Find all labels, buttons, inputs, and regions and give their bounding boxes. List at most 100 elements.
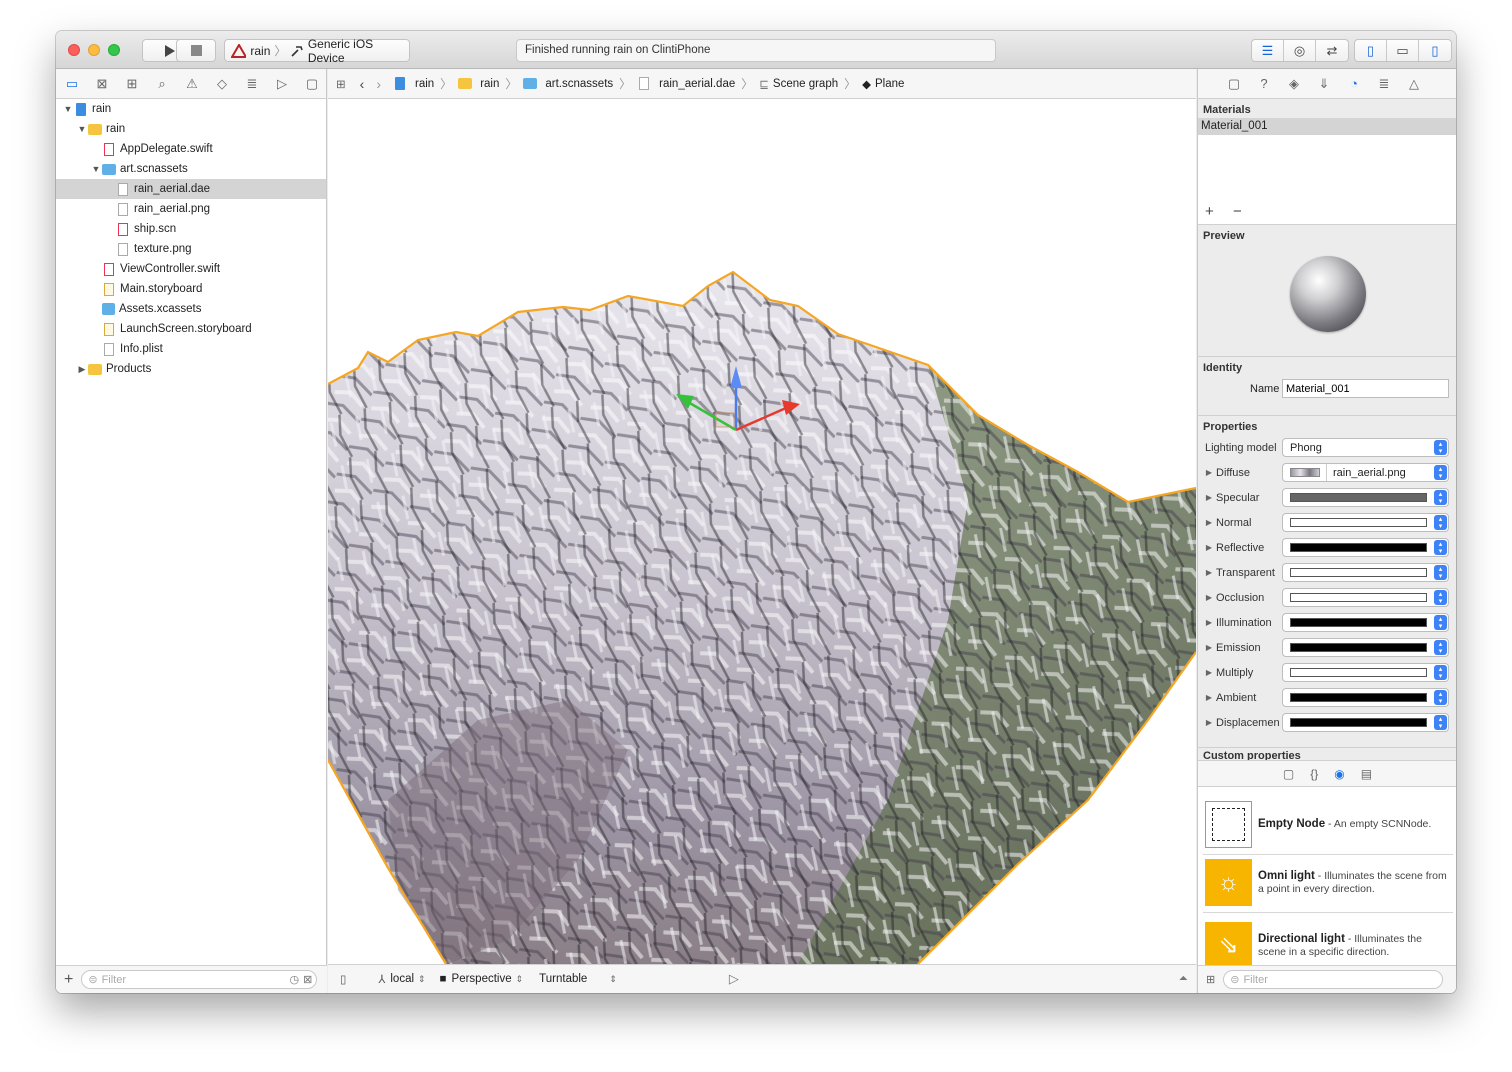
material-preview-sphere[interactable] bbox=[1290, 256, 1366, 332]
assistant-editor-icon[interactable]: ◎ bbox=[1284, 40, 1316, 61]
warning-icon[interactable]: ⚠ bbox=[182, 76, 202, 92]
property-value-popup[interactable]: ▴ ▾ bbox=[1282, 488, 1449, 507]
disclosure-closed-icon[interactable]: ▶ bbox=[1202, 518, 1216, 527]
crumb-file[interactable]: rain_aerial.dae bbox=[637, 77, 735, 90]
close-window-button[interactable] bbox=[68, 44, 80, 56]
scene-viewport[interactable] bbox=[328, 100, 1196, 964]
node-inspector-icon[interactable]: ◈ bbox=[1284, 76, 1304, 92]
source-control-icon[interactable]: ⊠ bbox=[92, 76, 112, 92]
property-value-popup[interactable]: ▴ ▾ bbox=[1282, 613, 1449, 632]
report-icon[interactable]: ▢ bbox=[302, 76, 322, 92]
property-value-popup[interactable]: ▴ ▾ bbox=[1282, 588, 1449, 607]
property-value-popup[interactable]: ▴ ▾ bbox=[1282, 713, 1449, 732]
file-tree-row[interactable]: LaunchScreen.storyboard bbox=[56, 319, 326, 339]
disclosure-closed-icon[interactable]: ▶ bbox=[1202, 568, 1216, 577]
camera-popup[interactable]: Perspective bbox=[452, 973, 512, 985]
breakpoint-icon[interactable]: ▷ bbox=[272, 76, 292, 92]
help-inspector-icon[interactable]: ? bbox=[1254, 76, 1274, 91]
property-value-popup[interactable]: ▴ ▾ bbox=[1282, 538, 1449, 557]
zoom-window-button[interactable] bbox=[108, 44, 120, 56]
disclosure-closed-icon[interactable]: ▶ bbox=[1202, 493, 1216, 502]
file-tree-row[interactable]: rain_aerial.png bbox=[56, 199, 326, 219]
crumb-scnassets[interactable]: art.scnassets bbox=[523, 78, 613, 90]
library-item[interactable]: ☼ Omni light - Illuminates the scene from… bbox=[1203, 853, 1453, 913]
file-tree-row[interactable]: ▼ rain bbox=[56, 119, 326, 139]
panel-toggle-control[interactable]: ▯ ▭ ▯ bbox=[1354, 39, 1452, 62]
object-library-icon[interactable]: ◉ bbox=[1334, 767, 1344, 781]
library-item[interactable]: Empty Node - An empty SCNNode. bbox=[1203, 795, 1453, 855]
file-inspector-icon[interactable]: ▢ bbox=[1224, 76, 1244, 92]
disclosure-closed-icon[interactable]: ▶ bbox=[1202, 643, 1216, 652]
scm-filter-icon[interactable]: ⊠ bbox=[303, 973, 312, 986]
recent-files-icon[interactable]: ◷ bbox=[290, 973, 300, 986]
lighting-model-popup[interactable]: Phong ▴ ▾ bbox=[1282, 438, 1449, 457]
debug-area-toggle-icon[interactable]: ▭ bbox=[1387, 40, 1419, 61]
disclosure-closed-icon[interactable]: ▶ bbox=[1202, 693, 1216, 702]
file-tree-row[interactable]: Assets.xcassets bbox=[56, 299, 326, 319]
disclosure-closed-icon[interactable]: ▶ bbox=[1202, 718, 1216, 727]
property-value-popup[interactable]: ▴ ▾ bbox=[1282, 688, 1449, 707]
material-list-item[interactable]: Material_001 bbox=[1198, 118, 1456, 135]
file-tree-row[interactable]: Info.plist bbox=[56, 339, 326, 359]
material-name-field[interactable] bbox=[1282, 379, 1449, 398]
file-tree-row[interactable]: AppDelegate.swift bbox=[56, 139, 326, 159]
material-inspector-icon[interactable]: ◔ bbox=[1344, 76, 1364, 91]
coordinate-space-popup[interactable]: local bbox=[390, 973, 414, 985]
grid-view-icon[interactable]: ⊞ bbox=[1206, 973, 1215, 986]
library-filter-field[interactable]: ⊜ Filter bbox=[1223, 970, 1444, 989]
add-icon[interactable]: + bbox=[64, 971, 73, 989]
add-material-icon[interactable]: + bbox=[1205, 203, 1214, 220]
folder-icon[interactable]: ▭ bbox=[62, 76, 82, 92]
disclosure-closed-icon[interactable]: ▶ bbox=[1202, 618, 1216, 627]
file-tree-row[interactable]: ▼ art.scnassets bbox=[56, 159, 326, 179]
stop-button[interactable] bbox=[176, 39, 216, 62]
file-tree-row[interactable]: ViewController.swift bbox=[56, 259, 326, 279]
search-icon[interactable]: ⌕ bbox=[152, 76, 172, 92]
disclosure-closed-icon[interactable]: ▶ bbox=[1202, 668, 1216, 677]
outline-toggle-icon[interactable]: ▯ bbox=[340, 972, 346, 986]
disclosure-closed-icon[interactable]: ▶ bbox=[1202, 543, 1216, 552]
disclosure-open-icon[interactable]: ▼ bbox=[62, 99, 74, 119]
version-editor-icon[interactable]: ⇄ bbox=[1316, 40, 1348, 61]
navigator-toggle-icon[interactable]: ▯ bbox=[1355, 40, 1387, 61]
test-icon[interactable]: ◇ bbox=[212, 76, 232, 92]
file-tree-row[interactable]: ▼ rain bbox=[56, 99, 326, 119]
editor-mode-control[interactable]: ☰ ◎ ⇄ bbox=[1251, 39, 1349, 62]
disclosure-closed-icon[interactable]: ▶ bbox=[1202, 468, 1216, 477]
symbol-icon[interactable]: ⊞ bbox=[122, 76, 142, 92]
remove-material-icon[interactable]: − bbox=[1233, 203, 1242, 220]
disclosure-open-icon[interactable]: ▼ bbox=[90, 159, 102, 179]
media-library-icon[interactable]: ▤ bbox=[1361, 767, 1372, 781]
crumb-project[interactable]: rain bbox=[393, 77, 434, 90]
property-value-popup[interactable]: ▴ ▾ bbox=[1282, 513, 1449, 532]
navigator-filter-field[interactable]: ⊜ Filter ◷ ⊠ bbox=[81, 970, 318, 989]
physics-inspector-icon[interactable]: ≣ bbox=[1374, 76, 1394, 92]
file-tree-row[interactable]: texture.png bbox=[56, 239, 326, 259]
attributes-inspector-icon[interactable]: ⇓ bbox=[1314, 76, 1334, 92]
show-library-icon[interactable]: ⏶ bbox=[1179, 973, 1188, 986]
code-snippet-icon[interactable]: {} bbox=[1310, 767, 1318, 781]
related-items-icon[interactable]: ⊞ bbox=[336, 77, 346, 91]
disclosure-open-icon[interactable]: ▼ bbox=[76, 119, 88, 139]
debug-icon[interactable]: ≣ bbox=[242, 76, 262, 92]
utilities-toggle-icon[interactable]: ▯ bbox=[1419, 40, 1451, 61]
crumb-group[interactable]: rain bbox=[458, 78, 499, 90]
forward-icon[interactable]: › bbox=[376, 76, 381, 92]
property-value-popup[interactable]: ▴ ▾ bbox=[1282, 638, 1449, 657]
file-tree-row[interactable]: rain_aerial.dae bbox=[56, 179, 326, 199]
crumb-node[interactable]: ◆ Plane bbox=[862, 77, 904, 91]
file-tree-row[interactable]: Main.storyboard bbox=[56, 279, 326, 299]
property-value-popup[interactable]: ▴ ▾ bbox=[1282, 663, 1449, 682]
back-icon[interactable]: ‹ bbox=[360, 76, 365, 92]
disclosure-closed-icon[interactable]: ▶ bbox=[76, 359, 88, 379]
scene-inspector-icon[interactable]: △ bbox=[1404, 76, 1424, 92]
file-template-icon[interactable]: ▢ bbox=[1283, 767, 1294, 781]
library-item[interactable]: ⇘ Directional light - Illuminates the sce… bbox=[1203, 916, 1453, 965]
file-tree-row[interactable]: ▶ Products bbox=[56, 359, 326, 379]
property-value-popup[interactable]: ▴ ▾ bbox=[1282, 563, 1449, 582]
crumb-scene-graph[interactable]: ⊑ Scene graph bbox=[759, 77, 838, 91]
property-value-popup[interactable]: rain_aerial.png ▴ ▾ bbox=[1282, 463, 1449, 482]
scheme-selector[interactable]: rain 〉 Generic iOS Device bbox=[224, 37, 410, 65]
play-scene-icon[interactable]: ▷ bbox=[729, 971, 739, 987]
navigation-mode-popup[interactable]: Turntable bbox=[539, 973, 587, 985]
